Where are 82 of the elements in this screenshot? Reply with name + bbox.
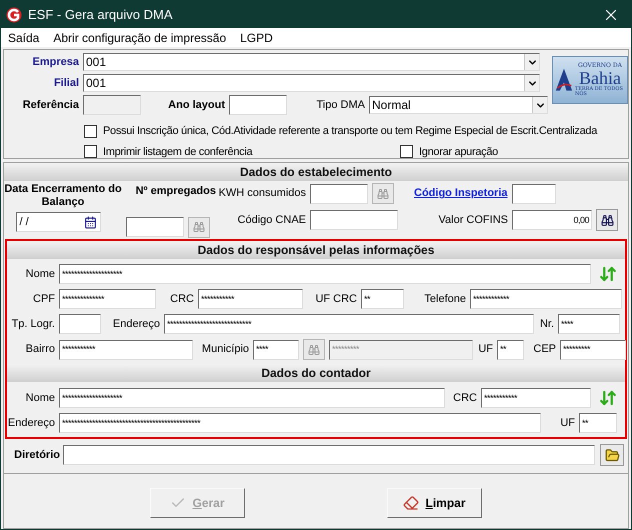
field-label: CEP [532, 342, 556, 358]
app-logo-icon [6, 6, 22, 22]
input-field[interactable]: 0,00 [512, 210, 592, 230]
checkbox-label: Ignorar apuração [419, 144, 498, 160]
binoculars-icon [308, 344, 320, 356]
menu-item[interactable]: Saída [8, 28, 40, 46]
input-field[interactable] [310, 210, 398, 230]
input-field[interactable]: *********** [481, 388, 591, 408]
date-field[interactable]: / / [16, 212, 100, 232]
input-field[interactable]: **** [253, 340, 299, 360]
menu-item[interactable]: LGPD [240, 28, 273, 46]
binoculars-icon [193, 221, 205, 233]
checkbox[interactable] [84, 145, 97, 158]
menu-item[interactable]: Abrir configuração de impressão [53, 28, 226, 46]
input-field[interactable]: ********************************************** [59, 413, 541, 433]
field-label: Código CNAE [236, 212, 306, 228]
refresh-icon[interactable] [599, 389, 617, 407]
refresh-icon[interactable] [599, 265, 617, 283]
section-header: Dados do responsável pelas informações [7, 241, 625, 259]
field-label: UF [559, 416, 575, 431]
field-label: CRC [452, 390, 477, 406]
dropdown[interactable]: Normal [369, 96, 548, 114]
checkbox-label: Imprimir listagem de conferência [103, 144, 252, 160]
field-label: Data Encerramento do Balanço [4, 183, 122, 209]
field-label: Endereço [112, 316, 160, 332]
checkbox[interactable] [400, 145, 413, 158]
field-label: Nº empregados [134, 184, 216, 199]
calendar-icon[interactable] [84, 216, 96, 228]
field-label: Nome [24, 390, 55, 406]
input-field[interactable]: ************ [470, 289, 622, 309]
field-label: KWH consumidos [218, 186, 306, 202]
field-label: Valor COFINS [438, 212, 508, 228]
field-label: Endereço [7, 416, 55, 431]
binoculars-icon [377, 188, 389, 200]
logo-text: Bahia [578, 69, 621, 87]
search-button[interactable] [596, 209, 618, 231]
input-field[interactable]: ** [361, 289, 404, 309]
input-field[interactable]: *********** [198, 289, 303, 309]
field-label: UF CRC [314, 292, 357, 307]
input-field[interactable]: ** [497, 340, 524, 360]
field-label: Filial [52, 76, 79, 91]
folder-button[interactable] [600, 444, 624, 466]
checkbox-label: Possui Inscrição única, Cód.Atividade referente a transporte ou tem Regime Especial de Escrit.Centralizada [103, 124, 598, 139]
dropdown[interactable]: 001 [83, 53, 540, 71]
folder-icon [604, 448, 620, 462]
eraser-icon [403, 494, 420, 510]
field-label: Telefone [423, 292, 466, 307]
field-label: Tp. Logr. [10, 316, 55, 332]
input-field[interactable] [59, 314, 101, 334]
checkbox[interactable] [84, 124, 97, 138]
field-label: Bairro [24, 342, 55, 358]
input-field[interactable] [310, 184, 368, 204]
input-field[interactable]: ********* [560, 340, 626, 360]
field-label: Diretório [13, 448, 60, 463]
input-field[interactable]: ** [579, 413, 617, 433]
input-field[interactable] [63, 445, 595, 465]
input-field[interactable] [229, 95, 287, 115]
field-label: Ano layout [167, 98, 225, 113]
field-label: Referência [22, 98, 79, 113]
input-field[interactable]: **** [558, 314, 620, 334]
input-field[interactable]: ******************** [59, 388, 445, 408]
binoculars-icon [600, 214, 614, 226]
window-title: ESF - Gera arquivo DMA [28, 6, 172, 24]
input-field[interactable] [512, 184, 556, 204]
section-header: Dados do estabelecimento [4, 163, 628, 181]
input-field[interactable]: ******************** [59, 264, 591, 284]
inspetoria-link[interactable]: Código Inspetoria [414, 185, 508, 202]
input-field[interactable] [126, 216, 184, 236]
field-label: Empresa [32, 54, 79, 70]
field-label: Tipo DMA [316, 98, 365, 113]
dropdown[interactable]: 001 [83, 74, 540, 92]
input-field[interactable]: ************** [59, 289, 156, 309]
field-label: Município [200, 342, 249, 358]
field-label: CPF [32, 292, 55, 307]
field-label: Nr. [538, 316, 554, 332]
field-label: Nome [24, 266, 55, 282]
field-label: UF [477, 342, 493, 358]
input-field[interactable]: *********** [59, 340, 193, 360]
field-label: CRC [169, 292, 194, 307]
action-button[interactable]: Limpar [387, 488, 482, 518]
input-field[interactable]: **************************** [164, 314, 534, 334]
section-header: Dados do contador [7, 364, 625, 382]
